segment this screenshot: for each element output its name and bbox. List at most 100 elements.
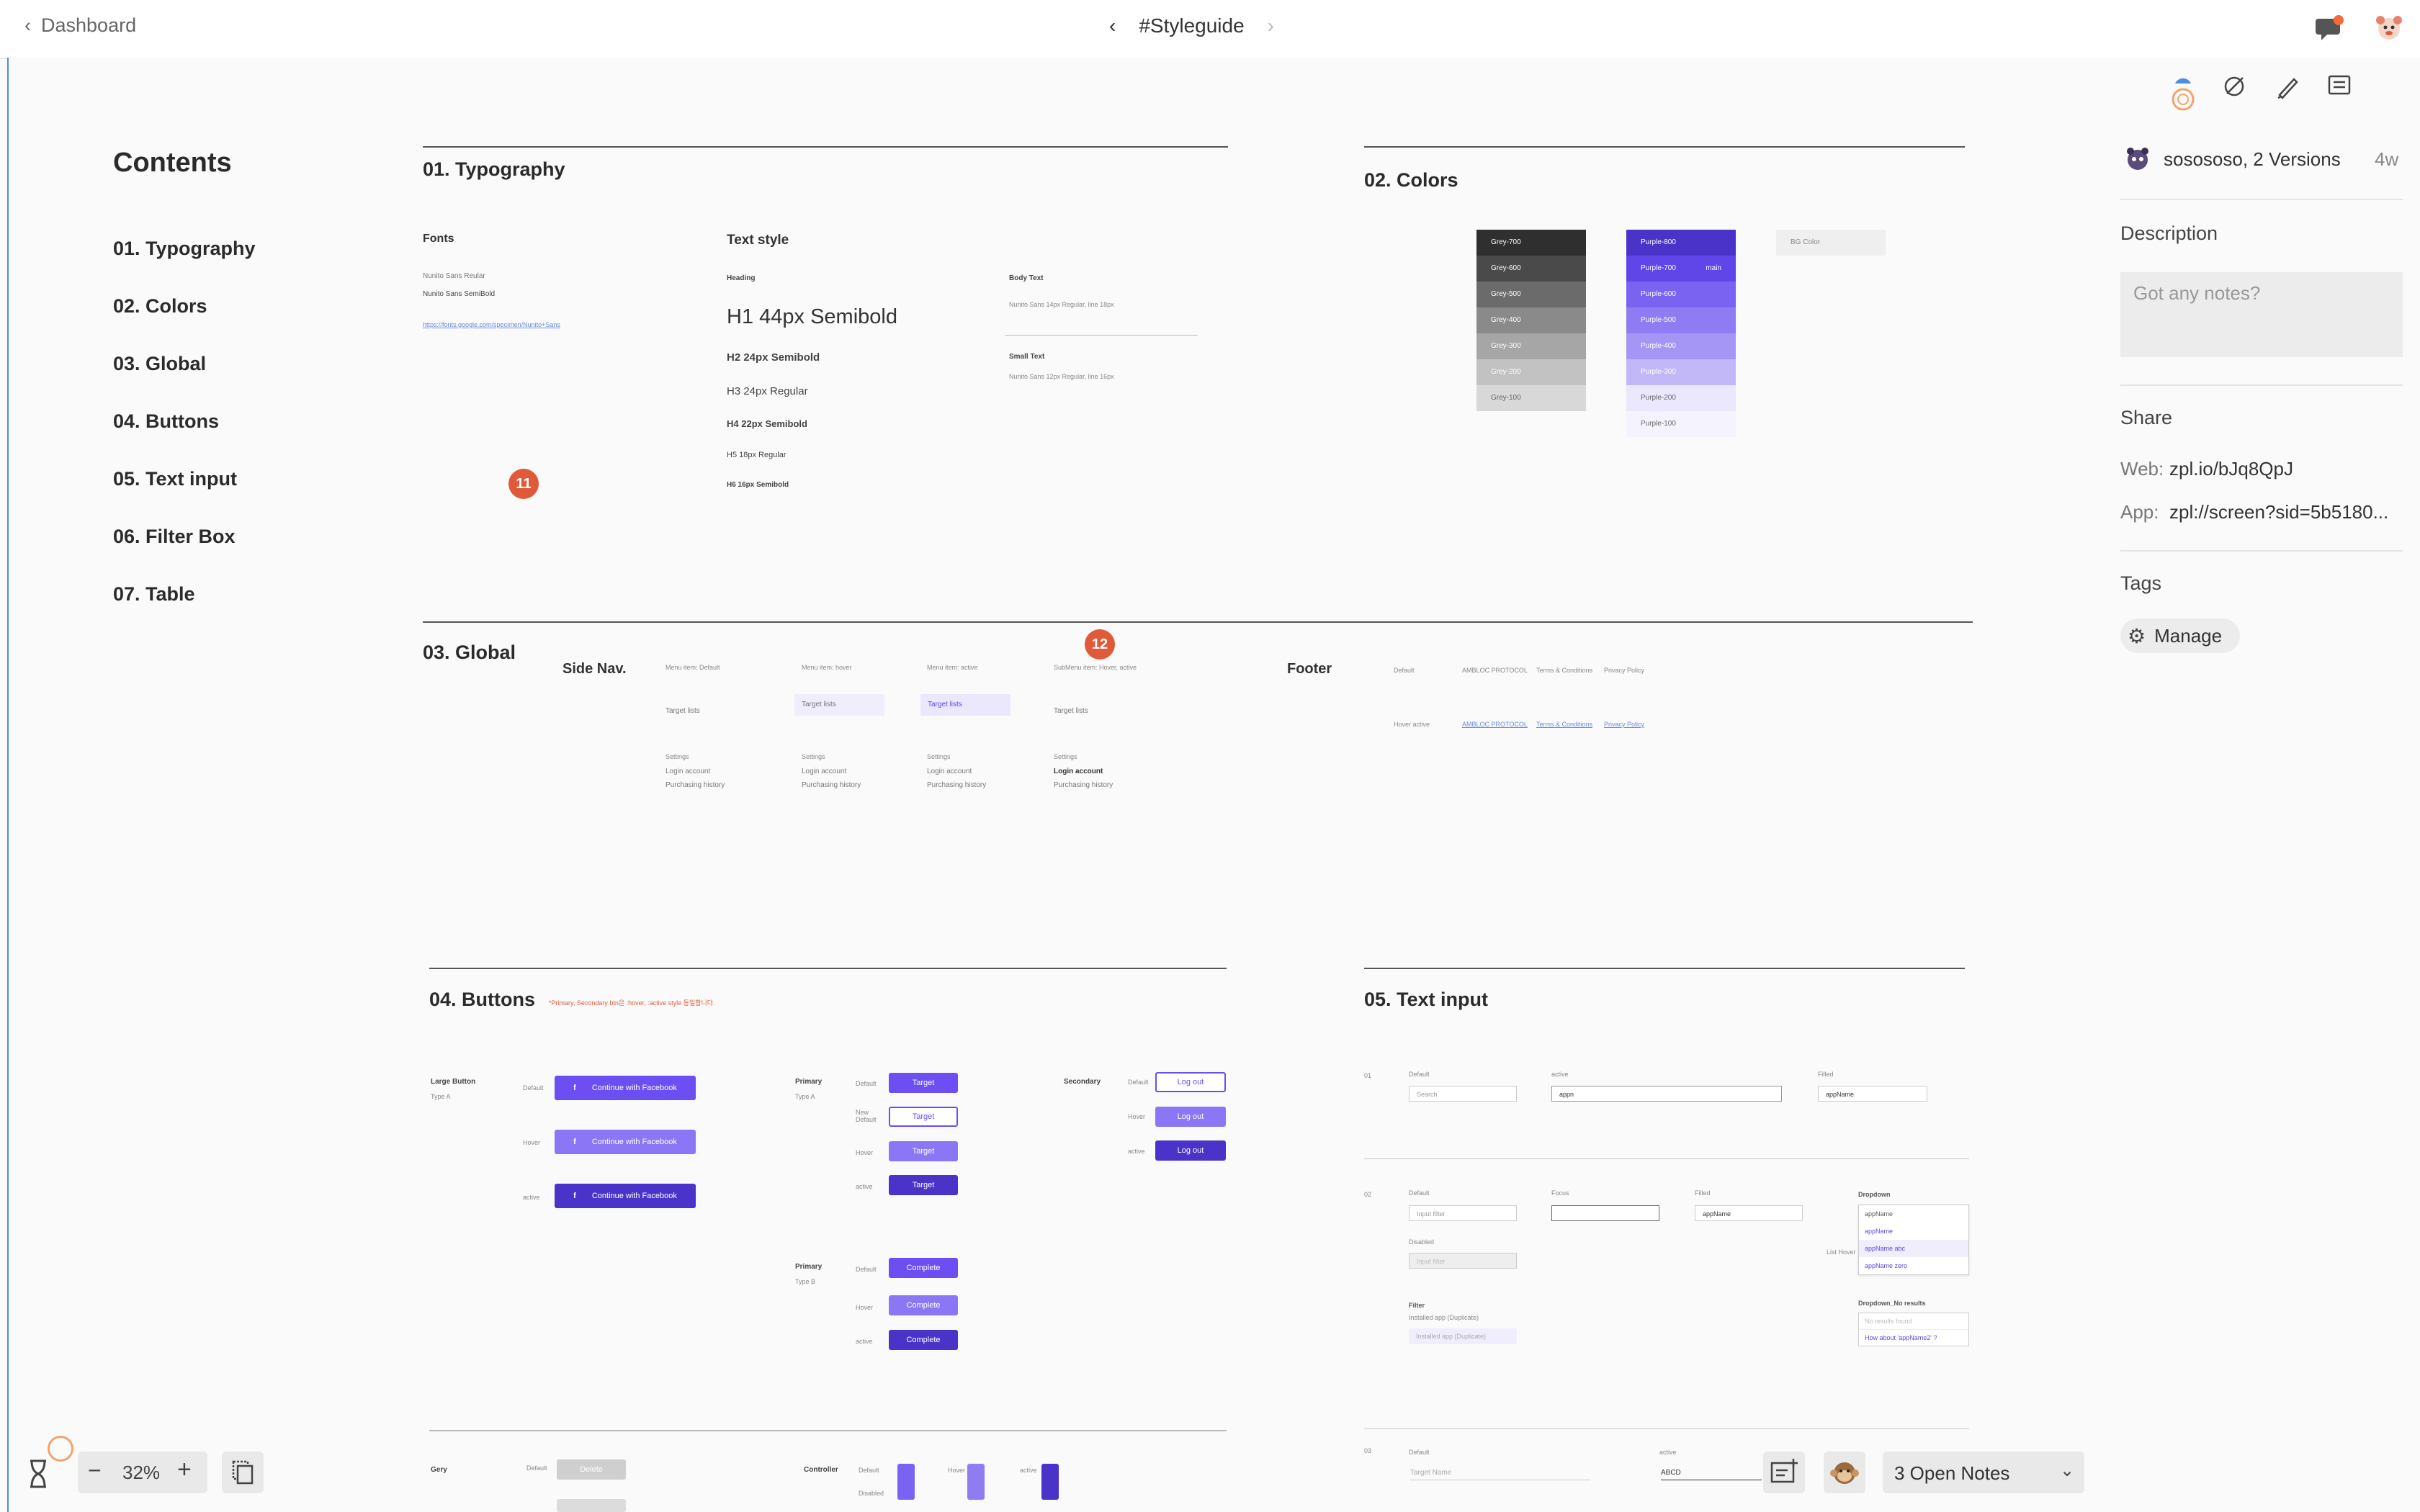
large-button-label: Large Button — [431, 1078, 476, 1086]
toc-item-global[interactable]: 03. Global — [113, 353, 206, 375]
search-field-filled[interactable]: appName — [1818, 1086, 1927, 1102]
controller-active[interactable] — [1041, 1464, 1059, 1500]
toc-item-typography[interactable]: 01. Typography — [113, 238, 256, 260]
web-label: Web: — [2120, 458, 2164, 480]
filter-field-filled[interactable]: appName — [1695, 1205, 1803, 1221]
facebook-button-default[interactable]: f Continue with Facebook — [555, 1076, 696, 1100]
toc-item-buttons[interactable]: 04. Buttons — [113, 410, 219, 433]
toc-item-table[interactable]: 07. Table — [113, 583, 195, 606]
search-field-default[interactable]: Search — [1409, 1086, 1517, 1102]
history-link[interactable]: Purchasing history — [802, 781, 861, 789]
history-link[interactable]: Purchasing history — [927, 781, 986, 789]
state-active-label: active — [1020, 1467, 1037, 1474]
author-avatar — [2123, 144, 2152, 173]
description-input[interactable]: Got any notes? — [2120, 272, 2403, 357]
toc-item-text-input[interactable]: 05. Text input — [113, 468, 237, 490]
complete-default[interactable]: Complete — [889, 1258, 958, 1278]
small-text-desc: Nunito Sans 12px Regular, line 16px — [1009, 373, 1114, 380]
app-link[interactable]: zpl://screen?sid=5b5180... — [2169, 501, 2403, 523]
state-hover: Menu item: hover — [802, 664, 852, 671]
toc-item-filter-box[interactable]: 06. Filter Box — [113, 526, 236, 548]
divider — [1364, 1428, 1969, 1429]
comment-badge-12[interactable]: 12 — [1085, 629, 1115, 660]
footer-link-1[interactable]: AMBLOC PROTOCOL — [1462, 667, 1528, 674]
h6-sample: H6 16px Semibold — [727, 481, 789, 489]
dashboard-back-link[interactable]: ‹ Dashboard — [24, 14, 136, 37]
global-title: 03. Global — [423, 642, 516, 663]
comment-badge-11[interactable]: 11 — [508, 469, 539, 499]
no-results-list: No results found How about 'appName2' ? — [1858, 1313, 1969, 1346]
dropdown-item[interactable]: appName — [1859, 1223, 1968, 1240]
footer-link-2-hover[interactable]: Terms & Conditions — [1536, 721, 1592, 728]
logout-hover[interactable]: Log out — [1155, 1107, 1226, 1127]
facebook-button-hover[interactable]: f Continue with Facebook — [555, 1130, 696, 1154]
activity-icon[interactable] — [2166, 72, 2195, 111]
controller-hover[interactable] — [967, 1464, 985, 1500]
user-avatar[interactable] — [2374, 13, 2404, 43]
complete-active[interactable]: Complete — [889, 1330, 958, 1350]
nav-item-hover[interactable]: Target lists — [794, 694, 884, 716]
web-link[interactable]: zpl.io/bJq8QpJ — [2169, 458, 2293, 480]
installed-field[interactable]: Installed app (Duplicate) — [1409, 1328, 1517, 1344]
comments-icon[interactable] — [2325, 72, 2354, 107]
controller-default[interactable] — [897, 1464, 915, 1500]
notifications-icon[interactable] — [2316, 14, 2344, 40]
dropdown-item-hover[interactable]: appName abc — [1859, 1240, 1968, 1257]
logout-active[interactable]: Log out — [1155, 1140, 1226, 1161]
suggestion-item[interactable]: How about 'appName2' ? — [1859, 1330, 1968, 1346]
open-notes-dropdown[interactable]: 3 Open Notes ⌄ — [1883, 1452, 2084, 1493]
design-canvas[interactable] — [7, 58, 2099, 1512]
footer-link-1-hover[interactable]: AMBLOC PROTOCOL — [1462, 721, 1528, 728]
layers-icon[interactable] — [222, 1452, 264, 1493]
font-link[interactable]: https://fonts.google.com/specimen/Nunito… — [423, 321, 560, 328]
state-hover-label: Hover — [856, 1149, 874, 1156]
complete-hover[interactable]: Complete — [889, 1295, 958, 1315]
filter-field-disabled: Input filter — [1409, 1253, 1517, 1269]
next-screen-icon[interactable]: › — [1268, 14, 1274, 37]
primary-target-default[interactable]: Target — [889, 1073, 958, 1093]
state-active-label: active — [856, 1183, 873, 1190]
inspect-icon[interactable] — [2220, 72, 2249, 107]
primary-target-hover[interactable]: Target — [889, 1141, 958, 1161]
filter-field-focus[interactable] — [1551, 1205, 1659, 1221]
footer-link-3-hover[interactable]: Privacy Policy — [1604, 721, 1644, 728]
previous-screen-icon[interactable]: ‹ — [1109, 14, 1116, 37]
history-link[interactable]: Purchasing history — [666, 781, 725, 789]
zoom-control: − 32% + — [78, 1452, 207, 1493]
footer-link-3[interactable]: Privacy Policy — [1604, 667, 1644, 674]
nav-item-submenu[interactable]: Target lists — [1054, 701, 1140, 721]
login-link[interactable]: Login account — [927, 768, 986, 775]
add-note-icon[interactable] — [1763, 1452, 1805, 1493]
monkey-avatar-icon[interactable] — [1824, 1452, 1865, 1493]
submenu-hover: Settings Login account Purchasing histor… — [802, 753, 861, 789]
dropdown-item[interactable]: appName — [1859, 1205, 1968, 1223]
manage-tags-button[interactable]: ⚙ Manage — [2120, 618, 2240, 653]
toc-item-colors[interactable]: 02. Colors — [113, 295, 207, 318]
facebook-button-active[interactable]: f Continue with Facebook — [555, 1184, 696, 1208]
search-field-active[interactable]: appn — [1551, 1086, 1782, 1102]
logout-default[interactable]: Log out — [1155, 1072, 1226, 1092]
nav-item-active[interactable]: Target lists — [920, 694, 1010, 716]
target-name-field[interactable]: Target Name — [1410, 1469, 1590, 1480]
login-link[interactable]: Login account — [802, 768, 861, 775]
footer-link-2[interactable]: Terms & Conditions — [1536, 667, 1592, 674]
primary-target-active[interactable]: Target — [889, 1175, 958, 1195]
dropdown-item[interactable]: appName zero — [1859, 1257, 1968, 1274]
zoom-in-icon[interactable]: + — [177, 1456, 192, 1484]
gery-delete-button[interactable]: Delete — [557, 1459, 626, 1480]
login-link[interactable]: Login account — [666, 768, 725, 775]
zoom-out-icon[interactable]: − — [88, 1457, 102, 1484]
primary-target-new[interactable]: Target — [889, 1107, 958, 1127]
author-versions[interactable]: sosososo, 2 Versions — [2164, 148, 2341, 171]
login-link[interactable]: Login account — [1054, 768, 1113, 775]
abcd-field[interactable]: ABCD — [1661, 1469, 1762, 1480]
swatch-bg-color: BG Color — [1776, 230, 1886, 256]
pen-icon[interactable] — [2272, 72, 2301, 107]
state-default: Menu item: Default — [666, 664, 720, 671]
history-link[interactable]: Purchasing history — [1054, 781, 1113, 789]
state-active-label: active — [1128, 1148, 1145, 1155]
nav-item-default[interactable]: Target lists — [666, 701, 752, 721]
row-01-label: 01 — [1364, 1072, 1372, 1079]
buttons-title: 04. Buttons — [429, 989, 536, 1010]
filter-field-default[interactable]: Input filter — [1409, 1205, 1517, 1221]
